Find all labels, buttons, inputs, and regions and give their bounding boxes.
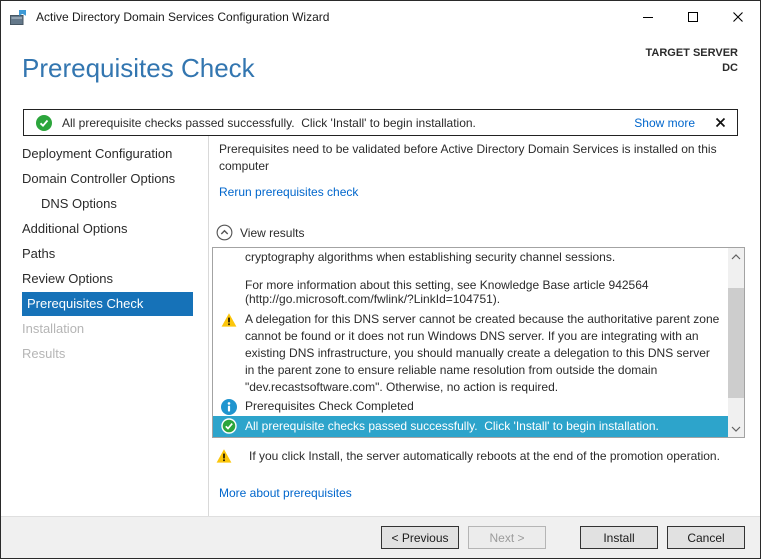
view-results-toggle[interactable]: View results (216, 224, 304, 241)
status-banner: All prerequisite checks passed successfu… (23, 109, 738, 136)
app-icon (10, 9, 27, 26)
page-title: Prerequisites Check (22, 53, 255, 103)
check-circle-icon (221, 418, 237, 434)
result-item-text: A delegation for this DNS server cannot … (245, 311, 722, 396)
sidebar-item-results: Results (22, 342, 193, 366)
button-bar: < Previous Next > Install Cancel (1, 516, 760, 558)
check-circle-icon (36, 115, 52, 131)
rerun-prerequisites-link[interactable]: Rerun prerequisites check (219, 185, 358, 199)
main-content: Prerequisites need to be validated befor… (209, 136, 760, 516)
sidebar-item-prerequisites-check[interactable]: Prerequisites Check (22, 292, 193, 316)
info-circle-icon (221, 399, 237, 415)
results-list: cryptography algorithms when establishin… (212, 247, 745, 438)
sidebar-item-deployment-configuration[interactable]: Deployment Configuration (22, 142, 193, 166)
collapse-circle-icon (216, 224, 233, 241)
result-item-text[interactable]: cryptography algorithms when establishin… (213, 250, 726, 264)
banner-close-icon[interactable] (715, 117, 726, 128)
wizard-steps-sidebar: Deployment Configuration Domain Controll… (1, 136, 209, 516)
sidebar-item-review-options[interactable]: Review Options (22, 267, 193, 291)
next-button: Next > (468, 526, 546, 549)
reboot-warning-text: If you click Install, the server automat… (249, 448, 720, 465)
result-item-warning[interactable]: A delegation for this DNS server cannot … (213, 310, 726, 397)
reboot-warning: If you click Install, the server automat… (216, 448, 745, 465)
maximize-button[interactable] (670, 1, 715, 33)
warning-triangle-icon (216, 448, 232, 464)
sidebar-item-domain-controller-options[interactable]: Domain Controller Options (22, 167, 193, 191)
scroll-down-icon[interactable] (728, 420, 744, 437)
window-title: Active Directory Domain Services Configu… (36, 10, 625, 24)
sidebar-item-installation: Installation (22, 317, 193, 341)
more-about-prerequisites-link[interactable]: More about prerequisites (219, 486, 352, 500)
view-results-label: View results (240, 226, 304, 240)
result-item-text: Prerequisites Check Completed (245, 398, 414, 415)
results-scrollbar[interactable] (728, 248, 744, 437)
intro-text: Prerequisites need to be validated befor… (219, 141, 745, 175)
close-button[interactable] (715, 1, 760, 33)
title-bar: Active Directory Domain Services Configu… (1, 1, 760, 33)
result-item-success-selected[interactable]: All prerequisite checks passed successfu… (213, 416, 728, 437)
sidebar-item-dns-options[interactable]: DNS Options (41, 192, 193, 216)
result-item-text: All prerequisite checks passed successfu… (245, 418, 659, 434)
sidebar-item-additional-options[interactable]: Additional Options (22, 217, 193, 241)
window-controls (625, 1, 760, 33)
scroll-up-icon[interactable] (728, 248, 744, 265)
show-more-link[interactable]: Show more (634, 116, 695, 130)
warning-triangle-icon (221, 312, 237, 328)
result-item-info[interactable]: Prerequisites Check Completed (213, 397, 726, 416)
install-button[interactable]: Install (580, 526, 658, 549)
target-server-label: TARGET SERVER (646, 46, 739, 61)
wizard-window: Active Directory Domain Services Configu… (0, 0, 761, 559)
result-item-text[interactable]: For more information about this setting,… (213, 278, 726, 306)
cancel-button[interactable]: Cancel (667, 526, 745, 549)
sidebar-item-paths[interactable]: Paths (22, 242, 193, 266)
banner-message: All prerequisite checks passed successfu… (62, 116, 624, 130)
target-server-value: DC (646, 61, 739, 76)
previous-button[interactable]: < Previous (381, 526, 459, 549)
wizard-body: Deployment Configuration Domain Controll… (1, 136, 760, 516)
target-server-block: TARGET SERVER DC (646, 46, 739, 103)
page-header: Prerequisites Check TARGET SERVER DC (1, 33, 760, 103)
minimize-button[interactable] (625, 1, 670, 33)
scrollbar-thumb[interactable] (728, 288, 744, 398)
